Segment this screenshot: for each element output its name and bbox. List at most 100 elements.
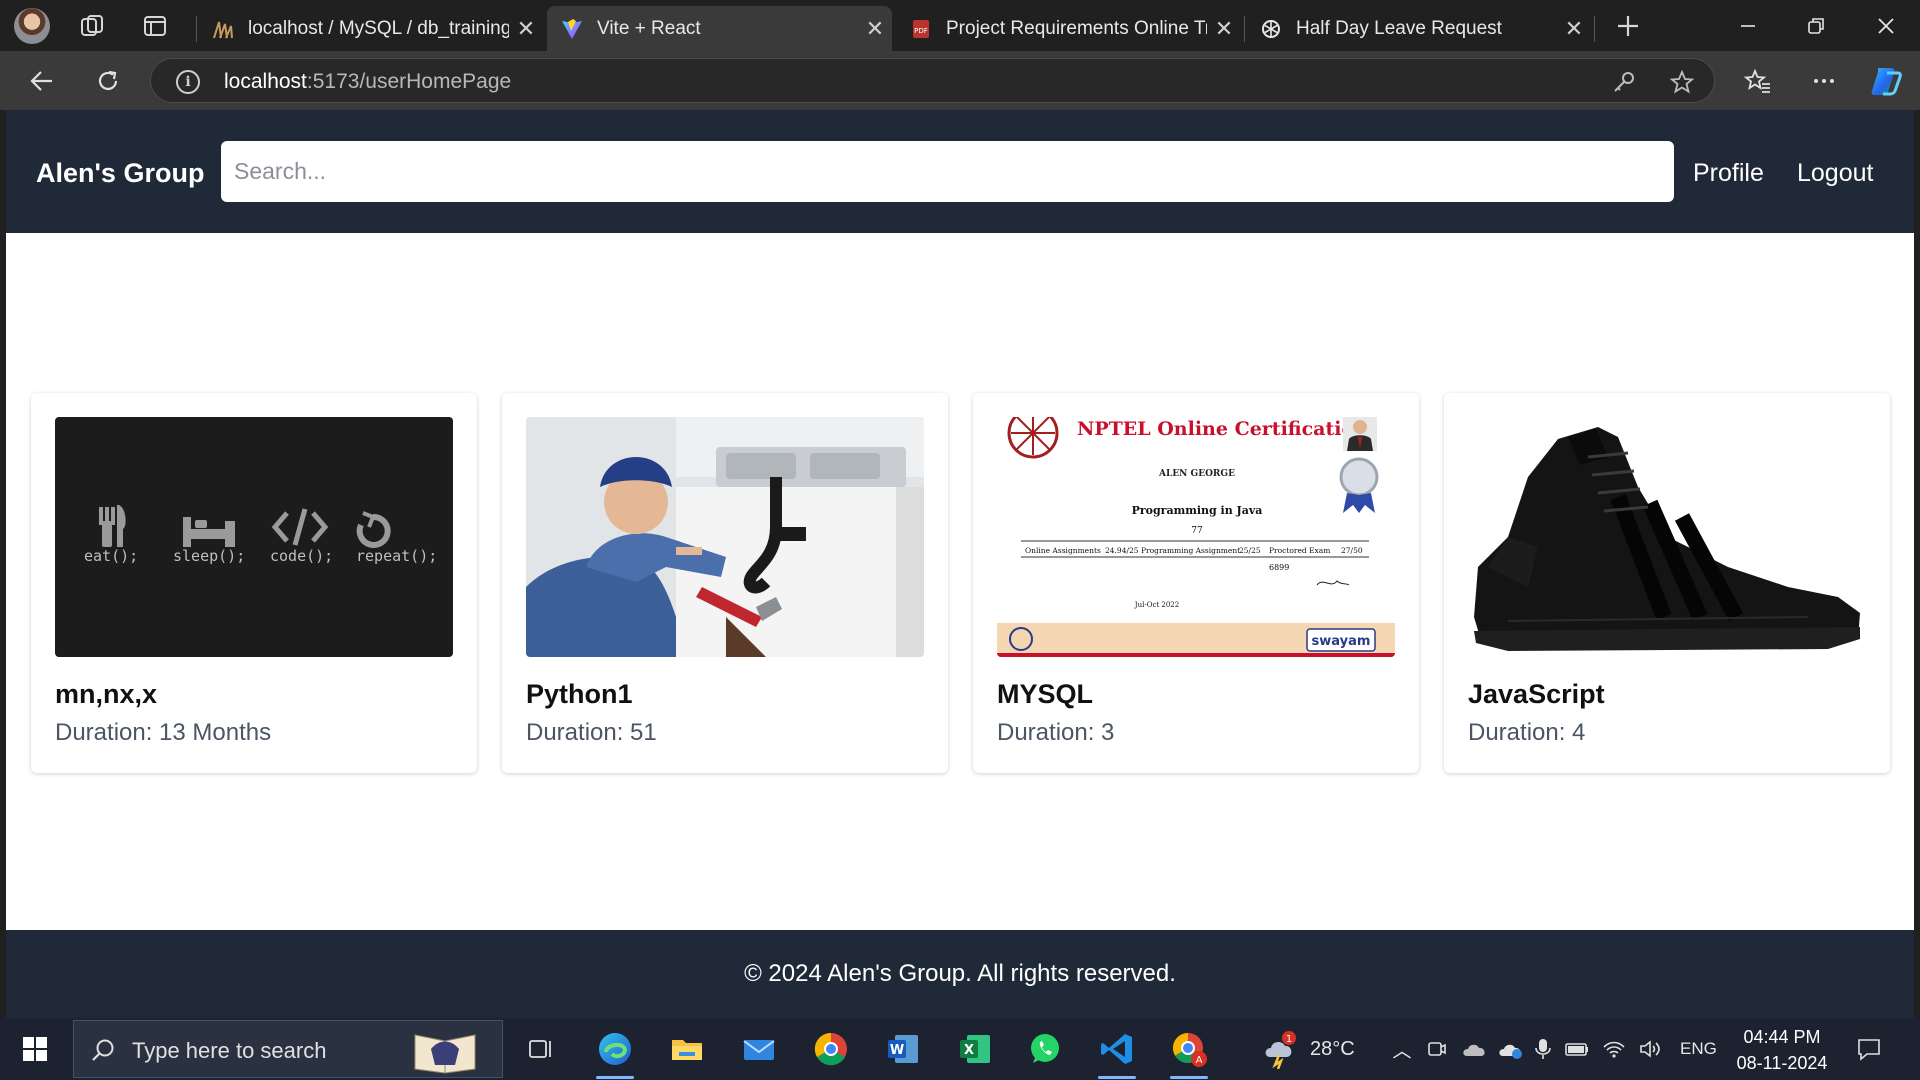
svg-text:sleep();: sleep(); — [173, 547, 245, 565]
meet-now-icon[interactable] — [1426, 1038, 1448, 1060]
svg-text:24.94/25: 24.94/25 — [1105, 546, 1139, 555]
task-view-icon — [529, 1040, 551, 1058]
more-menu-button[interactable] — [1806, 63, 1842, 99]
weather-temperature: 28°C — [1310, 1037, 1355, 1060]
tab-phpmyadmin[interactable]: localhost / MySQL / db_training ✕ — [198, 6, 543, 51]
tab-half-day-leave[interactable]: Half Day Leave Request ✕ — [1246, 6, 1591, 51]
course-duration: Duration: 4 — [1468, 719, 1586, 746]
restore-button[interactable] — [1782, 0, 1850, 51]
favorite-star-icon[interactable] — [1669, 69, 1695, 95]
input-language[interactable]: ENG — [1680, 1039, 1717, 1059]
onedrive-icon[interactable] — [1462, 1038, 1488, 1060]
svg-text:77: 77 — [1191, 526, 1203, 536]
address-bar[interactable]: i localhost:5173/userHomePage — [150, 58, 1715, 103]
favorites-button[interactable] — [1740, 63, 1776, 99]
tab-title: localhost / MySQL / db_training — [248, 17, 509, 39]
minimize-button[interactable] — [1714, 0, 1782, 51]
refresh-icon — [98, 70, 118, 90]
browser-tab-strip: localhost / MySQL / db_training ✕ Vite +… — [0, 0, 1920, 51]
excel-taskbar-icon[interactable]: X — [952, 1026, 998, 1072]
taskbar-clock[interactable]: 04:44 PM 08-11-2024 — [1722, 1024, 1842, 1076]
course-duration: Duration: 3 — [997, 719, 1115, 746]
edge-taskbar-icon[interactable] — [592, 1026, 638, 1079]
tab-vite-react[interactable]: Vite + React ✕ — [547, 6, 892, 51]
svg-text:W: W — [890, 1043, 904, 1058]
edge-icon — [599, 1033, 631, 1065]
chrome-profile-taskbar-icon[interactable]: A — [1166, 1026, 1212, 1079]
wifi-icon[interactable] — [1602, 1038, 1626, 1060]
phpmyadmin-icon — [213, 21, 233, 38]
course-title: MYSQL — [997, 679, 1094, 709]
storm-cloud-icon: 1 — [1265, 1031, 1296, 1069]
more-icon — [1814, 79, 1834, 83]
course-image: eat(); sleep(); code(); repeat(); — [55, 417, 453, 657]
search-input[interactable] — [221, 141, 1674, 202]
volume-icon[interactable] — [1638, 1038, 1662, 1060]
weather-widget[interactable]: 1 28°C — [1262, 1018, 1355, 1080]
site-info-icon[interactable]: i — [176, 70, 200, 94]
task-view-button[interactable] — [518, 1026, 564, 1072]
chatgpt-icon — [1262, 19, 1280, 38]
arrow-left-icon — [30, 71, 52, 91]
app-header: Alen's Group Profile Logout — [6, 110, 1914, 233]
course-duration: Duration: 51 — [526, 719, 657, 746]
start-button[interactable] — [12, 1026, 58, 1072]
password-key-icon[interactable] — [1611, 69, 1637, 95]
windows-logo-icon — [23, 1037, 47, 1061]
back-button[interactable] — [24, 63, 60, 99]
chrome-app-icon: A — [1172, 1033, 1207, 1067]
workspaces-icon[interactable] — [78, 12, 106, 40]
course-card[interactable]: NPTEL Online Certification ALEN GEORGE P… — [973, 393, 1419, 773]
copilot-button[interactable] — [1868, 63, 1904, 99]
show-hidden-icons-icon[interactable]: ︿ — [1388, 1036, 1416, 1063]
system-tray: ︿ ENG — [1388, 1018, 1717, 1080]
word-taskbar-icon[interactable]: W — [880, 1026, 926, 1072]
whatsapp-taskbar-icon[interactable] — [1022, 1026, 1068, 1072]
code-icon — [271, 508, 329, 546]
battery-icon[interactable] — [1564, 1039, 1590, 1059]
clock-time: 04:44 PM — [1743, 1027, 1821, 1047]
svg-text:ALEN GEORGE: ALEN GEORGE — [1158, 469, 1235, 479]
address-url[interactable]: localhost:5173/userHomePage — [224, 70, 511, 94]
svg-text:code();: code(); — [270, 547, 333, 565]
tab-title: Vite + React — [597, 17, 701, 39]
taskbar-search-placeholder: Type here to search — [132, 1038, 327, 1063]
fork-knife-icon — [99, 505, 126, 547]
microphone-icon[interactable] — [1534, 1037, 1552, 1061]
chrome-taskbar-icon[interactable] — [808, 1026, 854, 1072]
new-tab-icon[interactable] — [1614, 12, 1642, 40]
notifications-button[interactable] — [1846, 1026, 1892, 1072]
course-image — [1468, 417, 1866, 657]
svg-text:NPTEL Online Certification: NPTEL Online Certification — [1077, 418, 1368, 440]
course-card[interactable]: Python1 Duration: 51 — [502, 393, 948, 773]
svg-text:27/50: 27/50 — [1341, 546, 1363, 555]
profile-link[interactable]: Profile — [1693, 159, 1764, 188]
clock-date: 08-11-2024 — [1736, 1053, 1828, 1073]
tab-title: Project Requirements Online Trai — [946, 17, 1207, 39]
course-card[interactable]: JavaScript Duration: 4 — [1444, 393, 1890, 773]
taskbar-search[interactable]: Type here to search — [73, 1020, 503, 1078]
tab-project-requirements[interactable]: PDF Project Requirements Online Trai ✕ — [896, 6, 1241, 51]
onedrive-sync-icon[interactable] — [1498, 1038, 1524, 1060]
close-icon[interactable]: ✕ — [1557, 16, 1591, 42]
svg-text:Programming Assignment: Programming Assignment — [1141, 546, 1240, 555]
logout-link[interactable]: Logout — [1797, 159, 1873, 188]
tab-actions-icon[interactable] — [141, 12, 169, 40]
favorites-icon — [1744, 68, 1770, 93]
refresh-button[interactable] — [90, 63, 126, 99]
mail-taskbar-icon[interactable] — [736, 1026, 782, 1072]
profile-avatar[interactable] — [14, 8, 50, 44]
tab-title: Half Day Leave Request — [1296, 17, 1502, 39]
close-icon[interactable]: ✕ — [858, 16, 892, 42]
course-card[interactable]: eat(); sleep(); code(); repeat(); mn,nx,… — [31, 393, 477, 773]
vscode-taskbar-icon[interactable] — [1094, 1026, 1140, 1079]
svg-text:PDF: PDF — [914, 27, 928, 35]
close-window-button[interactable] — [1852, 0, 1920, 51]
browser-toolbar: i localhost:5173/userHomePage — [0, 51, 1920, 110]
close-icon[interactable]: ✕ — [1207, 16, 1241, 42]
close-icon[interactable]: ✕ — [509, 16, 543, 42]
mail-icon — [743, 1040, 775, 1060]
brand-logo[interactable]: Alen's Group — [36, 158, 204, 189]
file-explorer-taskbar-icon[interactable] — [664, 1026, 710, 1072]
pdf-icon: PDF — [913, 19, 929, 38]
